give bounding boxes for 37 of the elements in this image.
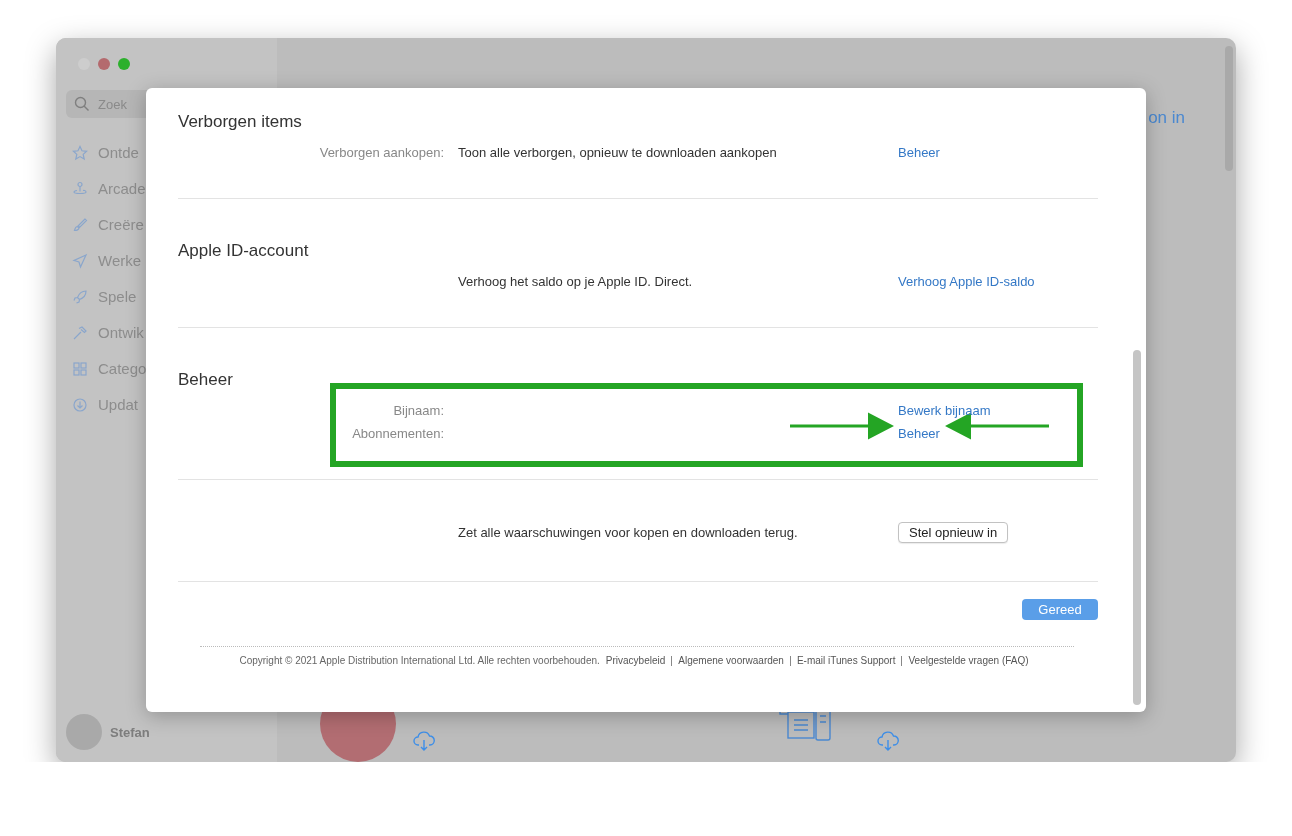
action-link[interactable]: Verhoog Apple ID-saldo	[898, 274, 1035, 290]
field-description: Verhoog het saldo op je Apple ID. Direct.	[458, 274, 694, 290]
download-icon	[72, 396, 88, 413]
user-name[interactable]: Stefan	[110, 724, 150, 740]
avatar[interactable]	[66, 714, 102, 750]
zoom-window-button[interactable]	[118, 58, 130, 70]
scrollbar[interactable]	[1133, 350, 1141, 705]
reset-button[interactable]: Stel opnieuw in	[898, 522, 1009, 543]
section-title: Verborgen items	[178, 111, 303, 133]
field-description: Toon alle verborgen, opnieuw te downloaden aankopen	[458, 145, 778, 161]
section-title: Apple ID-account	[178, 240, 310, 262]
section-title: Beheer	[178, 369, 234, 391]
field-label: Bijnaam:	[392, 403, 444, 419]
field-label: Verborgen aankopen:	[318, 145, 444, 161]
footer-link[interactable]: Veelgestelde vragen (FAQ)	[901, 655, 1035, 666]
paper-plane-icon	[72, 252, 88, 269]
field-label: Abonnementen:	[351, 426, 444, 442]
grid-icon	[72, 360, 88, 377]
cloud-download-icon[interactable]	[876, 730, 900, 752]
field-description: Zet alle waarschuwingen voor kopen en downloaden terug.	[458, 524, 799, 541]
sign-in-link[interactable]: on in	[1148, 108, 1185, 128]
search-icon	[74, 96, 90, 112]
hammer-icon	[72, 324, 88, 341]
footer-link[interactable]: Algemene voorwaarden	[671, 655, 790, 666]
action-link[interactable]: Beheer	[898, 426, 940, 442]
action-link[interactable]: Beheer	[898, 145, 940, 161]
footer-link[interactable]: Privacybeleid	[599, 655, 672, 666]
footer-link[interactable]: E-mail iTunes Support	[789, 655, 902, 666]
done-button[interactable]: Gereed	[1022, 599, 1098, 620]
copyright-text: Copyright © 2021 Apple Distribution International Ltd. Alle rechten voorbehouden.	[239, 655, 600, 666]
joystick-icon	[72, 180, 88, 197]
brush-icon	[72, 216, 88, 233]
star-icon	[72, 144, 88, 161]
minimize-window-button[interactable]	[98, 58, 110, 70]
action-link[interactable]: Bewerk bijnaam	[898, 403, 991, 419]
cloud-download-icon[interactable]	[412, 730, 436, 752]
rocket-icon	[72, 288, 88, 305]
